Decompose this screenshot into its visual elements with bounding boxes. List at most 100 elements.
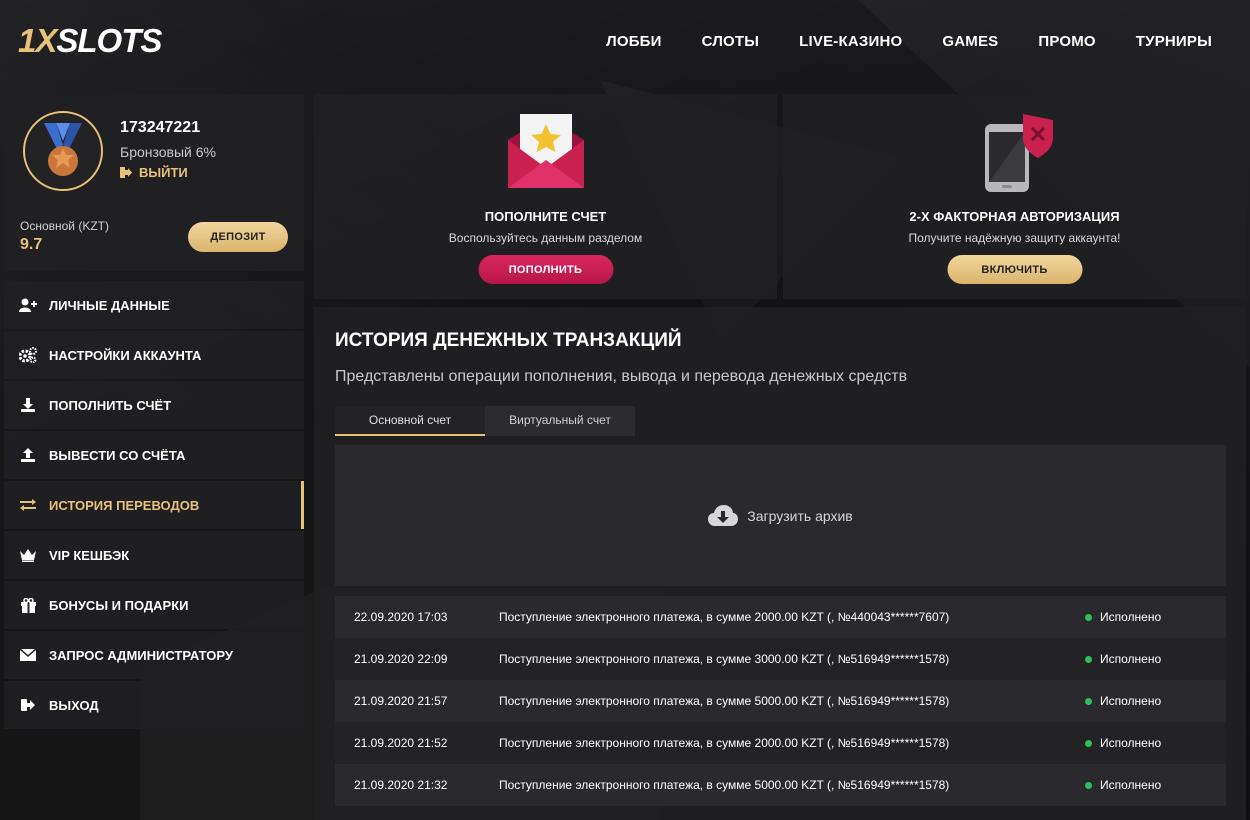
table-row: 21.09.2020 21:52 Поступление электронног… [335, 722, 1226, 764]
tab-virtual-account[interactable]: Виртуальный счет [485, 406, 635, 436]
status-text: Исполнено [1100, 610, 1162, 624]
deposit-promo-card: ПОПОЛНИТЕ СЧЕТ Воспользуйтесь данным раз… [314, 94, 777, 299]
status-text: Исполнено [1100, 652, 1162, 666]
site-logo[interactable]: 1X SLOTS [18, 22, 162, 60]
account-id: 173247221 [120, 119, 201, 136]
user-plus-icon [19, 296, 37, 314]
envelope-star-icon [506, 110, 586, 194]
menu-item-admin-request[interactable]: ЗАПРОС АДМИНИСТРАТОРУ [4, 631, 304, 679]
logo-part-slots: SLOTS [56, 22, 162, 59]
tab-main-account[interactable]: Основной счет [335, 406, 485, 436]
status-dot [1085, 697, 1092, 705]
status-text: Исполнено [1100, 778, 1162, 792]
nav-live-casino[interactable]: LIVE-КАЗИНО [779, 33, 922, 50]
menu-item-bonuses[interactable]: БОНУСЫ И ПОДАРКИ [4, 581, 304, 629]
menu-item-exit[interactable]: ВЫХОД [4, 681, 304, 729]
two-factor-card: 2-Х ФАКТОРНАЯ АВТОРИЗАЦИЯ Получите надёж… [783, 94, 1246, 299]
tx-description: Поступление электронного платежа, в сумм… [499, 736, 950, 750]
card-subtitle: Получите надёжную защиту аккаунта! [908, 231, 1121, 245]
account-menu: ЛИЧНЫЕ ДАННЫЕ НАСТРОЙКИ АККАУНТА ПОПОЛНИ… [4, 281, 304, 729]
sidebar: 173247221 Бронзовый 6% ВЫЙТИ Основной (K… [4, 94, 304, 731]
archive-label: Загрузить архив [747, 507, 853, 524]
loyalty-level: Бронзовый 6% [120, 144, 216, 160]
nav-lobby[interactable]: ЛОББИ [586, 33, 682, 50]
bronze-medal-icon [23, 111, 103, 191]
transaction-history-panel: ИСТОРИЯ ДЕНЕЖНЫХ ТРАНЗАКЦИЙ Представлены… [314, 307, 1246, 820]
card-title: 2-Х ФАКТОРНАЯ АВТОРИЗАЦИЯ [909, 209, 1120, 224]
enable-2fa-button[interactable]: ВКЛЮЧИТЬ [947, 255, 1082, 284]
tx-status: Исполнено [1085, 652, 1161, 666]
transactions-table: 22.09.2020 17:03 Поступление электронног… [335, 596, 1226, 806]
menu-label: ВЫХОД [49, 697, 99, 713]
deposit-button[interactable]: ДЕПОЗИТ [188, 222, 288, 252]
exchange-icon [19, 496, 37, 514]
page-description: Представлены операции пополнения, вывода… [335, 368, 908, 385]
nav-games[interactable]: GAMES [922, 33, 1018, 50]
tx-date: 22.09.2020 17:03 [354, 610, 448, 624]
tx-description: Поступление электронного платежа, в сумм… [499, 610, 950, 624]
table-row: 21.09.2020 21:57 Поступление электронног… [335, 680, 1226, 722]
crown-icon [19, 546, 37, 564]
tx-date: 21.09.2020 21:52 [354, 736, 448, 750]
menu-label: ПОПОЛНИТЬ СЧЁТ [49, 397, 172, 413]
tx-description: Поступление электронного платежа, в сумм… [499, 694, 950, 708]
gift-icon [19, 596, 37, 614]
nav-promo[interactable]: ПРОМО [1018, 33, 1115, 50]
upload-icon [19, 446, 37, 464]
profile-panel: 173247221 Бронзовый 6% ВЫЙТИ Основной (K… [4, 94, 304, 271]
card-subtitle: Воспользуйтесь данным разделом [448, 231, 643, 245]
menu-label: ЗАПРОС АДМИНИСТРАТОРУ [49, 647, 233, 663]
top-header: 1X SLOTS ЛОББИ СЛОТЫ LIVE-КАЗИНО GAMES ПР… [0, 0, 1250, 82]
menu-item-personal-data[interactable]: ЛИЧНЫЕ ДАННЫЕ [4, 281, 304, 329]
tx-status: Исполнено [1085, 610, 1161, 624]
tx-status: Исполнено [1085, 694, 1161, 708]
table-row: 21.09.2020 21:32 Поступление электронног… [335, 764, 1226, 806]
table-row: 22.09.2020 17:03 Поступление электронног… [335, 596, 1226, 638]
tx-description: Поступление электронного платежа, в сумм… [499, 778, 950, 792]
sign-out-icon [19, 696, 37, 714]
tx-date: 21.09.2020 21:32 [354, 778, 448, 792]
menu-item-account-settings[interactable]: НАСТРОЙКИ АККАУНТА [4, 331, 304, 379]
download-archive-button[interactable]: Загрузить архив [335, 445, 1226, 586]
card-title: ПОПОЛНИТЕ СЧЕТ [484, 209, 607, 224]
status-text: Исполнено [1100, 736, 1162, 750]
download-icon [19, 396, 37, 414]
tx-status: Исполнено [1085, 778, 1161, 792]
menu-label: ИСТОРИЯ ПЕРЕВОДОВ [49, 497, 200, 513]
gears-icon [19, 346, 37, 364]
nav-tournaments[interactable]: ТУРНИРЫ [1116, 33, 1232, 50]
status-dot [1085, 613, 1092, 621]
menu-label: НАСТРОЙКИ АККАУНТА [49, 347, 202, 363]
menu-item-withdraw[interactable]: ВЫВЕСТИ СО СЧЁТА [4, 431, 304, 479]
phone-shield-icon [975, 110, 1055, 194]
logout-label: ВЫЙТИ [139, 165, 188, 180]
nav-slots[interactable]: СЛОТЫ [682, 33, 780, 50]
tx-status: Исполнено [1085, 736, 1161, 750]
sign-out-icon [120, 167, 132, 178]
status-dot [1085, 739, 1092, 747]
tx-date: 21.09.2020 21:57 [354, 694, 448, 708]
menu-item-vip-cashback[interactable]: VIP КЕШБЭК [4, 531, 304, 579]
balance-value: 9.7 [20, 236, 43, 253]
account-tabs: Основной счет Виртуальный счет [335, 406, 635, 436]
menu-item-transfer-history[interactable]: ИСТОРИЯ ПЕРЕВОДОВ [4, 481, 304, 529]
main-nav: ЛОББИ СЛОТЫ LIVE-КАЗИНО GAMES ПРОМО ТУРН… [586, 33, 1232, 50]
table-row: 21.09.2020 22:09 Поступление электронног… [335, 638, 1226, 680]
status-dot [1085, 655, 1092, 663]
menu-label: БОНУСЫ И ПОДАРКИ [49, 597, 189, 613]
status-dot [1085, 781, 1092, 789]
top-up-button[interactable]: ПОПОЛНИТЬ [478, 255, 613, 284]
page-title: ИСТОРИЯ ДЕНЕЖНЫХ ТРАНЗАКЦИЙ [335, 330, 682, 351]
logo-part-1x: 1X [18, 22, 57, 59]
cloud-download-icon [708, 504, 739, 526]
logout-link[interactable]: ВЫЙТИ [120, 165, 188, 180]
tx-description: Поступление электронного платежа, в сумм… [499, 652, 950, 666]
menu-label: ЛИЧНЫЕ ДАННЫЕ [49, 297, 170, 313]
status-text: Исполнено [1100, 694, 1162, 708]
menu-label: VIP КЕШБЭК [49, 547, 130, 563]
tx-date: 21.09.2020 22:09 [354, 652, 448, 666]
envelope-icon [19, 646, 37, 664]
menu-label: ВЫВЕСТИ СО СЧЁТА [49, 447, 186, 463]
balance-label: Основной (KZT) [20, 219, 110, 233]
menu-item-deposit[interactable]: ПОПОЛНИТЬ СЧЁТ [4, 381, 304, 429]
